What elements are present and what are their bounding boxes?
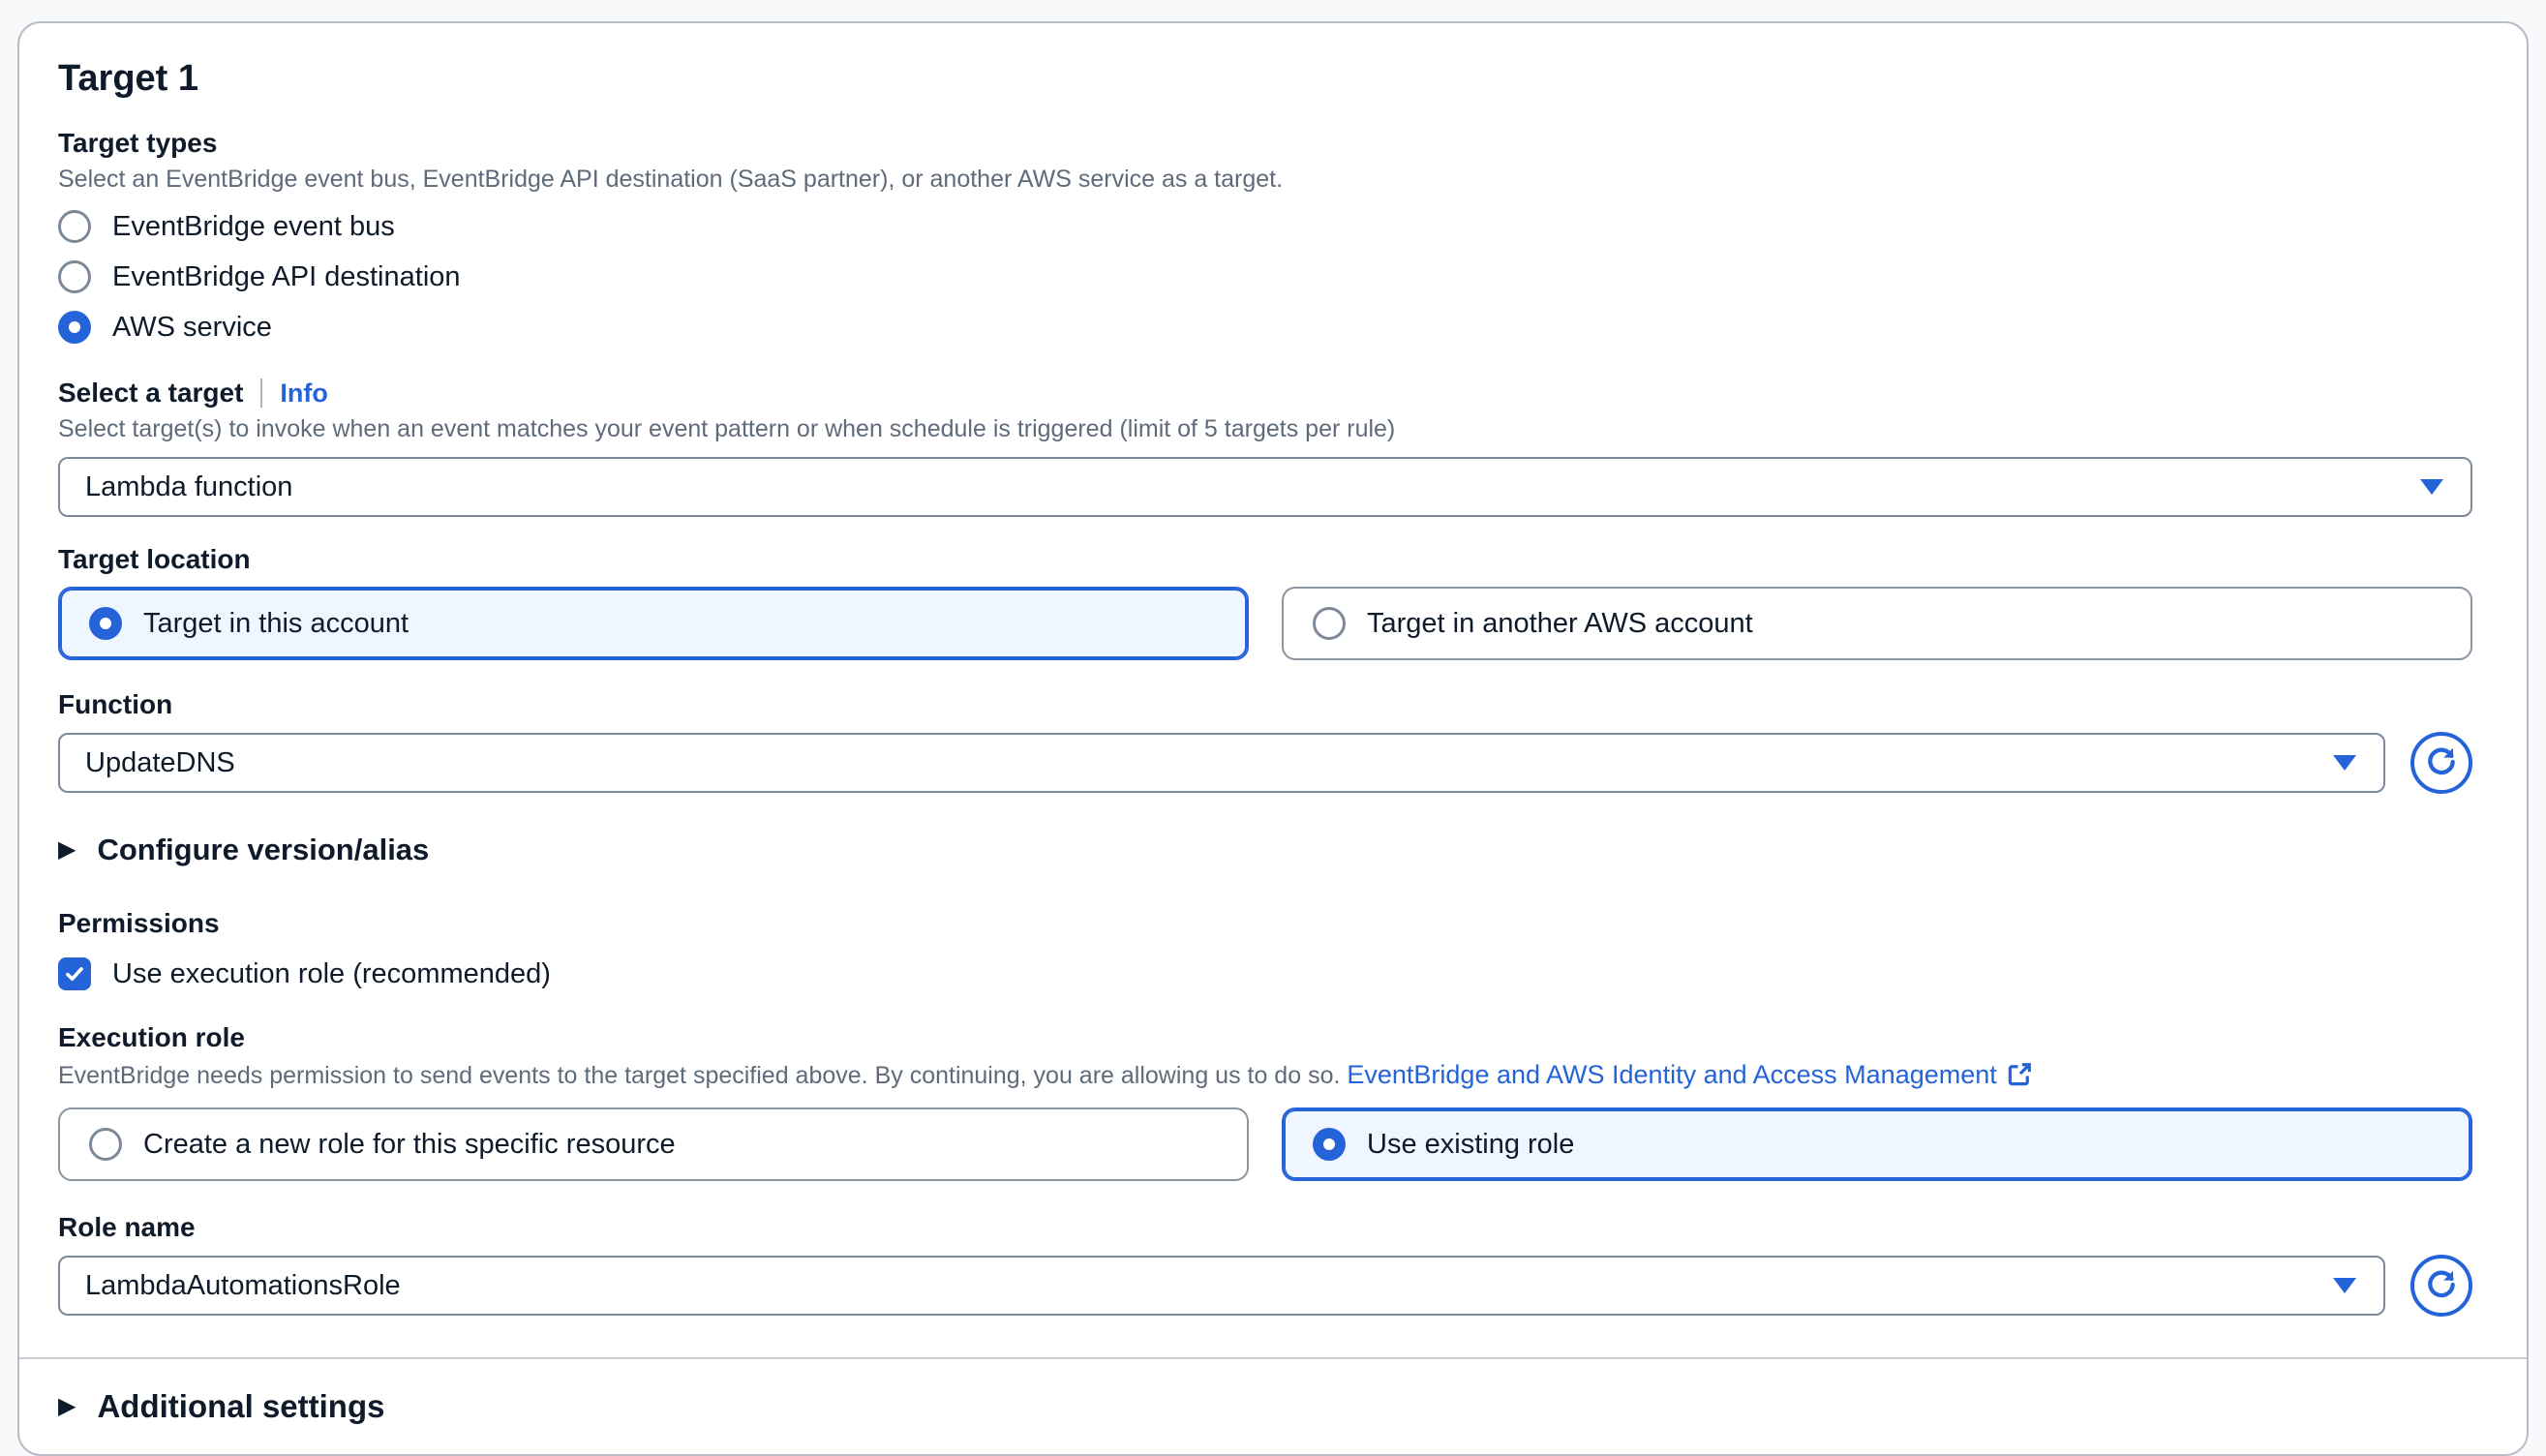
triangle-right-icon: ▶ <box>58 1395 76 1418</box>
tile-create-new-role[interactable]: Create a new role for this specific reso… <box>58 1107 1249 1181</box>
target-types-label: Target types <box>58 126 2472 161</box>
permissions-field: Permissions Use execution role (recommen… <box>58 906 2472 993</box>
target-location-tile-group: Target in this account Target in another… <box>58 587 2472 660</box>
radio-aws-service[interactable]: AWS service <box>58 308 2472 347</box>
external-link-icon <box>2007 1061 2033 1096</box>
checkbox-checked-icon <box>58 957 91 990</box>
execution-role-field: Execution role EventBridge needs permiss… <box>58 1020 2472 1181</box>
label-separator <box>260 379 262 408</box>
radio-unchecked-icon <box>58 210 91 243</box>
target-type-select-value: Lambda function <box>85 471 2420 503</box>
panel-footer: ▶ Additional settings <box>19 1359 2527 1454</box>
function-select-row: UpdateDNS <box>58 732 2472 794</box>
role-name-select-value: LambdaAutomationsRole <box>85 1270 2333 1302</box>
radio-unchecked-icon <box>58 260 91 293</box>
target-types-description: Select an EventBridge event bus, EventBr… <box>58 163 2472 196</box>
function-select[interactable]: UpdateDNS <box>58 733 2385 793</box>
radio-unchecked-icon <box>89 1128 122 1161</box>
permissions-label: Permissions <box>58 906 2472 941</box>
refresh-roles-button[interactable] <box>2410 1255 2472 1317</box>
additional-settings-label: Additional settings <box>97 1388 384 1425</box>
select-target-label-row: Select a target Info <box>58 376 2472 410</box>
role-name-select[interactable]: LambdaAutomationsRole <box>58 1256 2385 1316</box>
configure-version-alias-label: Configure version/alias <box>97 833 429 867</box>
chevron-down-icon <box>2333 755 2356 771</box>
target-types-radio-group: EventBridge event bus EventBridge API de… <box>58 207 2472 347</box>
select-target-label: Select a target <box>58 376 243 410</box>
info-link[interactable]: Info <box>280 379 327 409</box>
tile-use-existing-role[interactable]: Use existing role <box>1282 1107 2472 1181</box>
tile-target-in-another-aws-account[interactable]: Target in another AWS account <box>1282 587 2472 660</box>
refresh-icon <box>2423 743 2460 783</box>
execution-role-description-row: EventBridge needs permission to send eve… <box>58 1057 2472 1096</box>
target-1-panel-body: Target 1 Target types Select an EventBri… <box>19 23 2527 1357</box>
radio-dot <box>100 618 111 629</box>
radio-dot <box>1323 1138 1335 1150</box>
function-field: Function UpdateDNS <box>58 687 2472 794</box>
function-select-value: UpdateDNS <box>85 747 2333 779</box>
radio-dot <box>69 321 80 333</box>
panel-title: Target 1 <box>58 56 2472 101</box>
role-name-field: Role name LambdaAutomationsRole <box>58 1210 2472 1317</box>
target-1-panel: Target 1 Target types Select an EventBri… <box>17 21 2529 1456</box>
execution-role-label: Execution role <box>58 1020 2472 1055</box>
radio-label: EventBridge API destination <box>112 258 461 296</box>
function-label: Function <box>58 687 2472 722</box>
radio-label: AWS service <box>112 308 272 347</box>
select-target-description: Select target(s) to invoke when an event… <box>58 412 2472 445</box>
radio-checked-icon <box>89 607 122 640</box>
refresh-icon <box>2423 1266 2460 1306</box>
tile-label: Create a new role for this specific reso… <box>143 1125 676 1164</box>
checkbox-label: Use execution role (recommended) <box>112 955 551 993</box>
execution-role-description: EventBridge needs permission to send eve… <box>58 1062 1340 1089</box>
role-name-label: Role name <box>58 1210 2472 1245</box>
iam-docs-link[interactable]: EventBridge and AWS Identity and Access … <box>1347 1060 2032 1089</box>
radio-label: EventBridge event bus <box>112 207 395 246</box>
target-type-select[interactable]: Lambda function <box>58 457 2472 517</box>
target-location-label: Target location <box>58 542 2472 577</box>
tile-label: Use existing role <box>1367 1125 1574 1164</box>
radio-checked-icon <box>1313 1128 1346 1161</box>
target-types-field: Target types Select an EventBridge event… <box>58 126 2472 347</box>
radio-eventbridge-api-destination[interactable]: EventBridge API destination <box>58 258 2472 296</box>
select-target-field: Select a target Info Select target(s) to… <box>58 376 2472 517</box>
chevron-down-icon <box>2420 479 2443 495</box>
role-name-select-row: LambdaAutomationsRole <box>58 1255 2472 1317</box>
iam-docs-link-text: EventBridge and AWS Identity and Access … <box>1347 1060 1996 1089</box>
tile-target-in-this-account[interactable]: Target in this account <box>58 587 1249 660</box>
use-execution-role-checkbox-row[interactable]: Use execution role (recommended) <box>58 955 2472 993</box>
tile-label: Target in this account <box>143 604 409 643</box>
refresh-functions-button[interactable] <box>2410 732 2472 794</box>
execution-role-tile-group: Create a new role for this specific reso… <box>58 1107 2472 1181</box>
configure-version-alias-expander[interactable]: ▶ Configure version/alias <box>58 833 2472 867</box>
chevron-down-icon <box>2333 1278 2356 1293</box>
triangle-right-icon: ▶ <box>58 838 76 862</box>
radio-checked-icon <box>58 311 91 344</box>
radio-eventbridge-event-bus[interactable]: EventBridge event bus <box>58 207 2472 246</box>
additional-settings-expander[interactable]: ▶ Additional settings <box>58 1388 2488 1425</box>
radio-unchecked-icon <box>1313 607 1346 640</box>
target-location-field: Target location Target in this account T… <box>58 542 2472 660</box>
tile-label: Target in another AWS account <box>1367 604 1753 643</box>
